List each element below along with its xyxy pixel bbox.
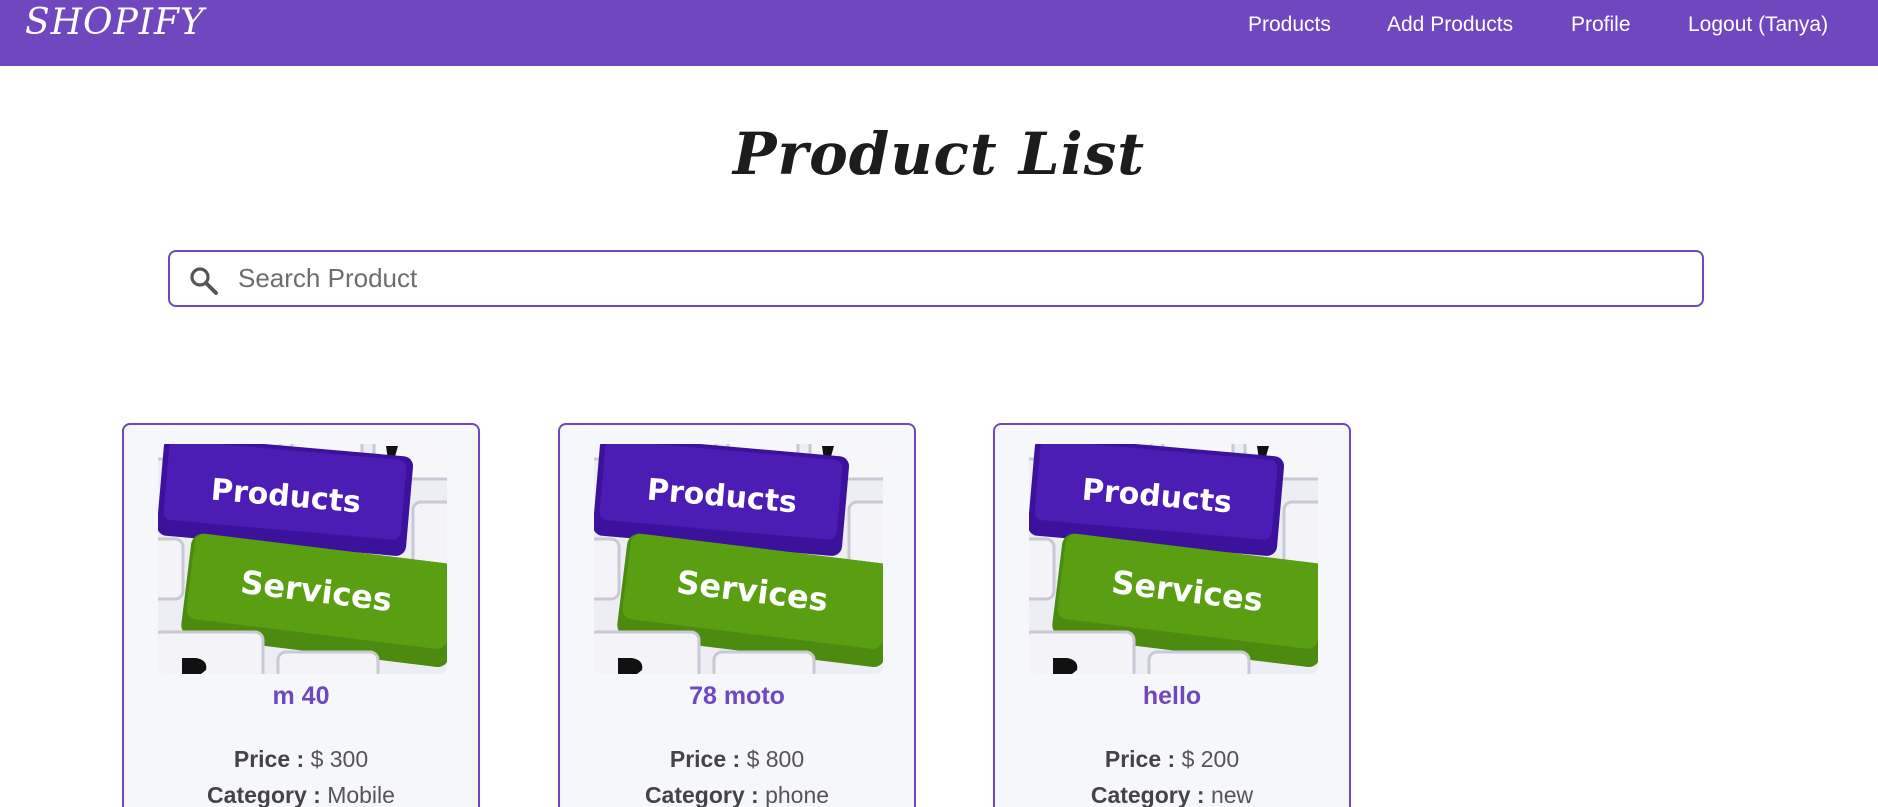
product-card[interactable]: Products Services 78 moto Price : $ 800 …	[558, 423, 916, 807]
price-value: $ 200	[1181, 746, 1240, 772]
product-image: Products Services	[1029, 444, 1318, 674]
brand-logo[interactable]: SHOPIFY	[25, 0, 205, 50]
nav-link-profile[interactable]: Profile	[1571, 0, 1631, 50]
price-label: Price :	[669, 746, 741, 772]
category-value: phone	[765, 782, 830, 807]
search-box[interactable]	[168, 250, 1704, 307]
search-input[interactable]	[238, 254, 1678, 303]
nav-link-logout[interactable]: Logout (Tanya)	[1688, 0, 1828, 50]
navbar: SHOPIFY Products Add Products Profile Lo…	[0, 0, 1878, 66]
search-icon	[188, 265, 220, 297]
product-image: Products Services	[594, 444, 883, 674]
product-image: Products Services	[158, 444, 447, 674]
page-title: Product List	[732, 120, 1146, 188]
category-label: Category :	[644, 782, 759, 807]
product-name: 78 moto	[689, 682, 785, 710]
category-label: Category :	[207, 782, 321, 807]
product-price: Price : $ 800	[560, 746, 914, 773]
product-name: hello	[1142, 682, 1202, 710]
product-category: Category : phone	[560, 782, 914, 807]
product-price: Price : $ 300	[124, 746, 478, 773]
product-category: Category : new	[995, 782, 1349, 807]
product-card[interactable]: Products Services hello Price : $ 200 Ca…	[993, 423, 1351, 807]
category-label: Category :	[1090, 782, 1205, 807]
price-label: Price :	[233, 746, 305, 772]
category-value: Mobile	[327, 782, 395, 807]
category-value: new	[1210, 782, 1254, 807]
price-label: Price :	[1104, 746, 1176, 772]
product-name: m 40	[272, 682, 330, 710]
product-card[interactable]: Products Services m 40 Price : $ 300 Cat…	[122, 423, 480, 807]
product-price: Price : $ 200	[995, 746, 1349, 773]
price-value: $ 800	[746, 746, 805, 772]
nav-link-add-products[interactable]: Add Products	[1387, 0, 1513, 50]
price-value: $ 300	[310, 746, 369, 772]
nav-link-products[interactable]: Products	[1248, 0, 1331, 50]
product-category: Category : Mobile	[124, 782, 478, 807]
